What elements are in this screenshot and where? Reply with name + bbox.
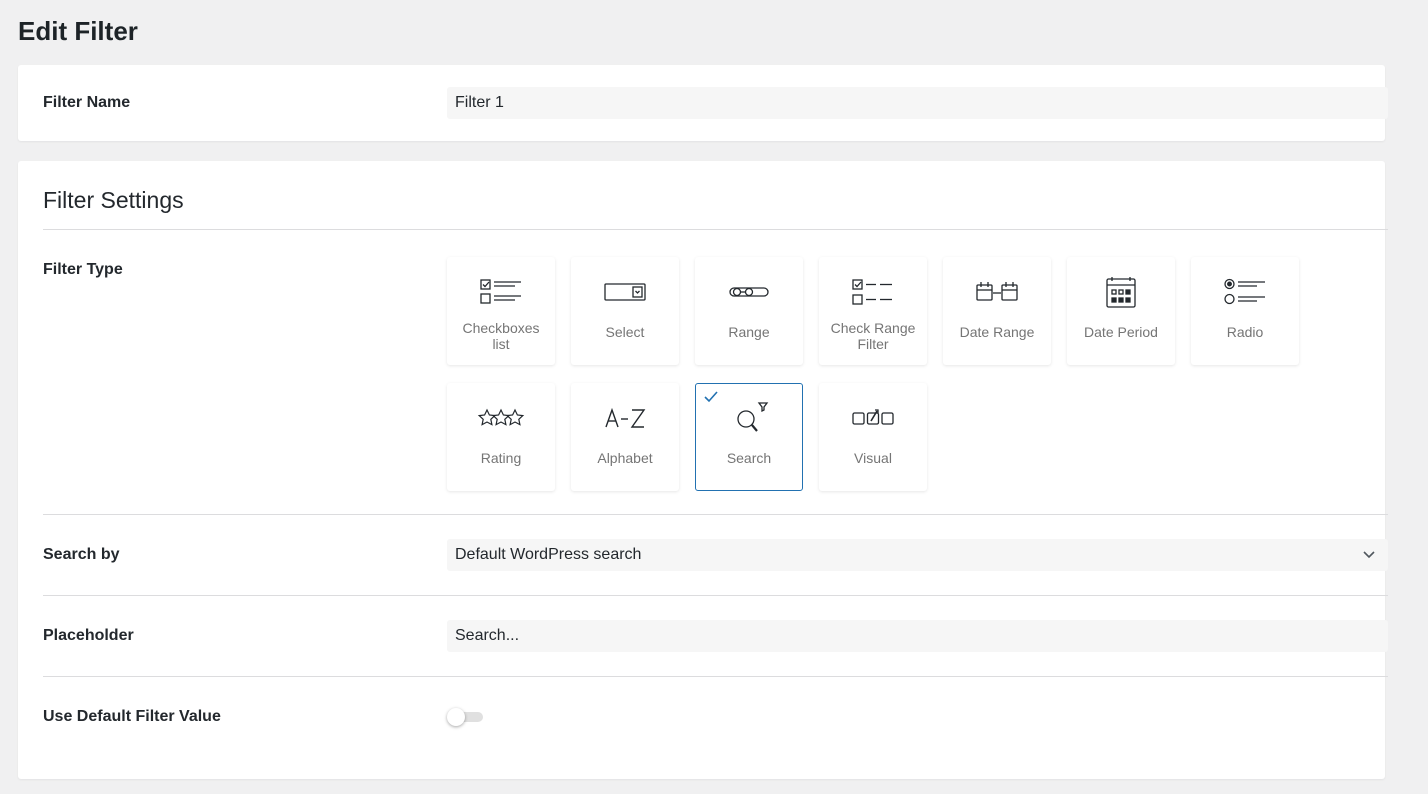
filter-name-input[interactable]: [447, 87, 1388, 119]
filter-name-card: Filter Name: [18, 65, 1388, 141]
placeholder-input[interactable]: [447, 620, 1388, 652]
type-label: Check Range Filter: [830, 320, 916, 352]
filter-type-label: Filter Type: [43, 261, 123, 278]
filter-type-date-range[interactable]: Date Range: [943, 257, 1051, 365]
filter-type-range[interactable]: Range: [695, 257, 803, 365]
type-label: Date Period: [1084, 324, 1158, 340]
filter-type-radio[interactable]: Radio: [1191, 257, 1299, 365]
filter-type-date-period[interactable]: Date Period: [1067, 257, 1175, 365]
filter-settings-card: Filter Settings Filter Type Checkboxes l…: [18, 161, 1388, 779]
visual-icon: [849, 402, 897, 434]
type-label: Date Range: [959, 324, 1035, 340]
select-dropdown-icon: [601, 276, 649, 308]
filter-type-check-range[interactable]: Check Range Filter: [819, 257, 927, 365]
filter-type-checkboxes-list[interactable]: Checkboxes list: [447, 257, 555, 365]
type-label: Select: [605, 324, 645, 340]
search-by-value: Default WordPress search: [455, 546, 642, 563]
search-filter-icon: [725, 402, 773, 434]
type-label: Alphabet: [597, 450, 653, 466]
placeholder-label: Placeholder: [43, 627, 134, 644]
filter-type-search[interactable]: Search: [695, 383, 803, 491]
divider: [43, 514, 1388, 515]
stars-icon: [477, 402, 525, 434]
filter-name-label: Filter Name: [43, 94, 131, 111]
type-label: Visual: [854, 450, 892, 466]
checkmark-icon: [704, 391, 718, 403]
use-default-toggle[interactable]: [447, 708, 485, 726]
type-label: Search: [726, 450, 772, 466]
divider: [43, 676, 1388, 677]
filter-type-grid: Checkboxes list Select Range Check Range…: [447, 257, 1317, 497]
radio-list-icon: [1221, 276, 1269, 308]
alphabet-az-icon: [601, 402, 649, 434]
calendar-icon: [1097, 276, 1145, 308]
date-range-icon: [973, 276, 1021, 308]
type-label: Radio: [1226, 324, 1264, 340]
search-by-select[interactable]: Default WordPress search: [447, 539, 1388, 571]
filter-type-alphabet[interactable]: Alphabet: [571, 383, 679, 491]
chevron-down-icon: [1363, 551, 1375, 559]
range-slider-icon: [725, 276, 773, 308]
checkboxes-list-icon: [477, 276, 525, 308]
page-title: Edit Filter: [18, 16, 138, 46]
toggle-knob: [447, 708, 465, 726]
divider: [43, 595, 1388, 596]
filter-type-rating[interactable]: Rating: [447, 383, 555, 491]
section-title: Filter Settings: [43, 187, 184, 213]
filter-type-select[interactable]: Select: [571, 257, 679, 365]
use-default-label: Use Default Filter Value: [43, 708, 221, 725]
search-by-label: Search by: [43, 546, 120, 563]
divider: [43, 229, 1388, 230]
filter-type-visual[interactable]: Visual: [819, 383, 927, 491]
type-label: Checkboxes list: [462, 320, 540, 352]
type-label: Rating: [480, 450, 522, 466]
type-label: Range: [728, 324, 770, 340]
check-range-icon: [849, 276, 897, 308]
